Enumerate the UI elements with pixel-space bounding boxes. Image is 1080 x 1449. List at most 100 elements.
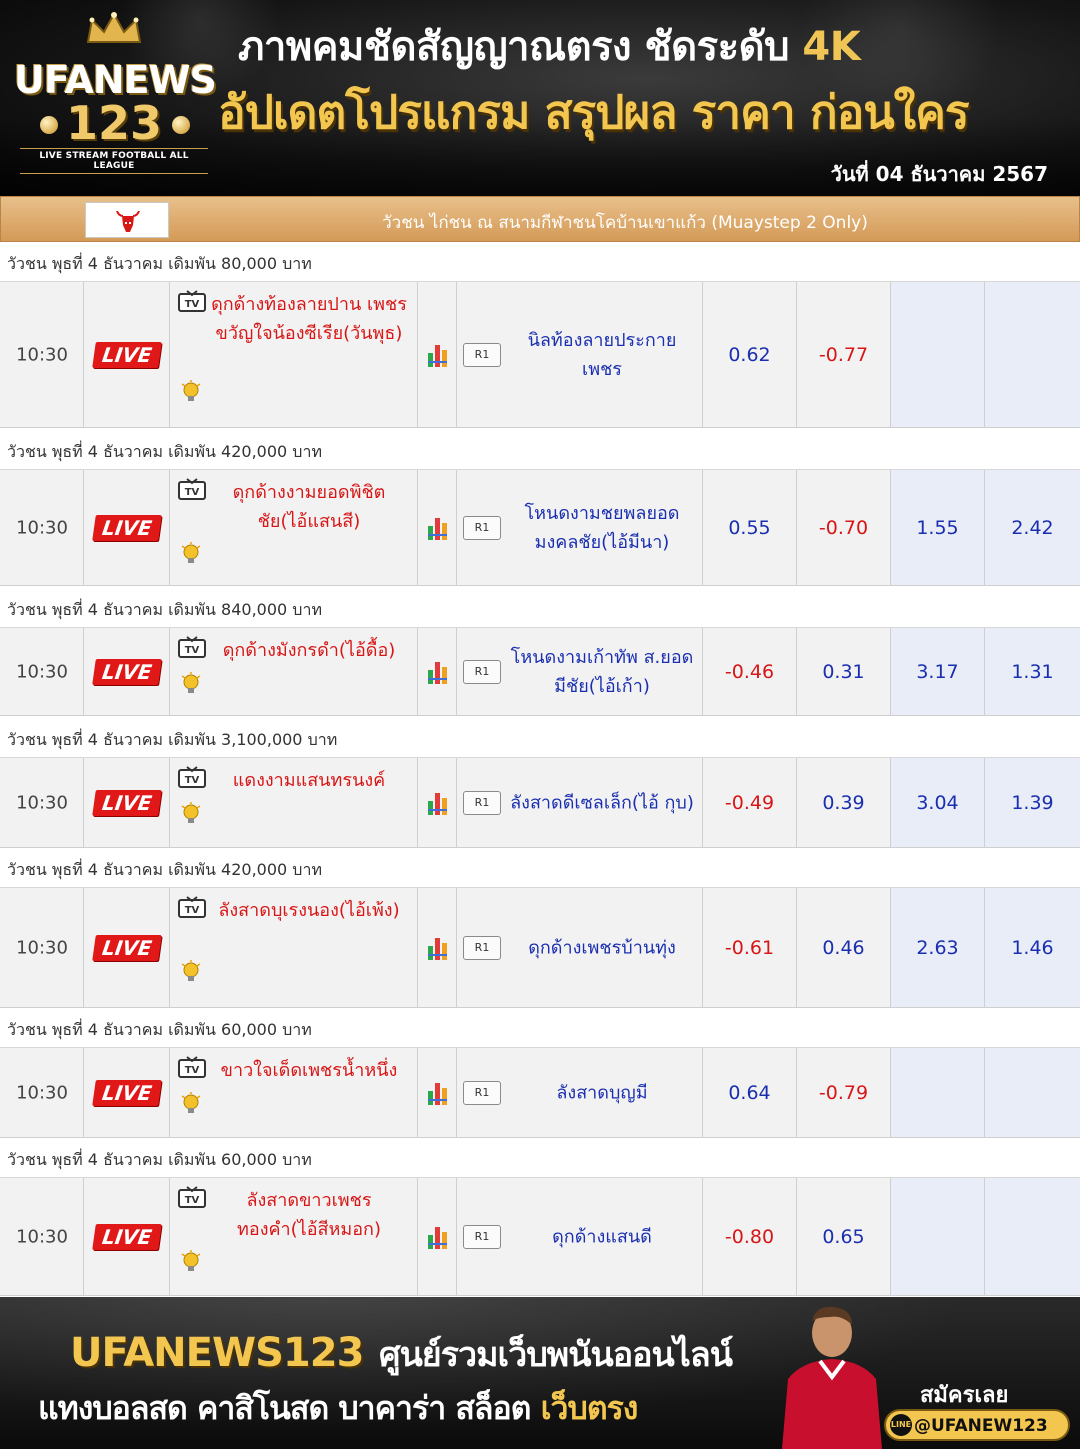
league-name: วัวชน ไก่ชน ณ สนามกีฬาชนโคบ้านเขาแก้ว (M… — [382, 213, 868, 233]
odds-value[interactable]: 0.62 — [703, 344, 796, 366]
live-button[interactable]: LIVE — [92, 934, 162, 961]
odds-cell[interactable]: 0.39 — [797, 758, 891, 847]
stats-cell[interactable] — [418, 1048, 457, 1137]
odds-cell[interactable]: 1.31 — [985, 628, 1080, 715]
odds-value[interactable]: 0.64 — [703, 1082, 796, 1104]
odds-cell[interactable]: 1.46 — [985, 888, 1080, 1007]
live-cell[interactable]: LIVE — [84, 1048, 170, 1137]
odds-cell[interactable]: -0.49 — [703, 758, 797, 847]
odds-value[interactable]: -0.61 — [703, 937, 796, 959]
match-row[interactable]: 10:30 LIVE TV ขาวใจเด็ดเพชรน้ำหนึ่ง R1 ลังสาด… — [0, 1048, 1080, 1138]
stats-cell[interactable] — [418, 888, 457, 1007]
odds-value[interactable]: -0.79 — [797, 1082, 890, 1104]
tv-icon[interactable]: TV — [178, 478, 206, 500]
tv-icon[interactable]: TV — [178, 636, 206, 658]
live-button[interactable]: LIVE — [92, 789, 162, 816]
odds-value[interactable]: 0.55 — [703, 517, 796, 539]
live-button[interactable]: LIVE — [92, 514, 162, 541]
odds-value[interactable]: 3.17 — [891, 661, 984, 683]
odds-cell[interactable]: 2.63 — [891, 888, 985, 1007]
odds-cell[interactable]: 0.46 — [797, 888, 891, 1007]
tip-bulb-icon[interactable] — [180, 542, 202, 568]
tip-bulb-icon[interactable] — [180, 960, 202, 986]
odds-value[interactable]: 1.39 — [985, 792, 1080, 814]
tv-icon[interactable]: TV — [178, 896, 206, 918]
odds-cell[interactable]: -0.77 — [797, 282, 891, 427]
match-row[interactable]: 10:30 LIVE TV ลังสาดขาวเพชร ทองคำ(ไอ้สีหมอก… — [0, 1178, 1080, 1296]
home-team-name: ลังสาดบุเรงนอง(ไอ้เพ้ง) — [218, 900, 400, 921]
odds-cell[interactable]: -0.79 — [797, 1048, 891, 1137]
odds-value[interactable]: 2.42 — [985, 517, 1080, 539]
live-button[interactable]: LIVE — [92, 1079, 162, 1106]
tv-icon[interactable]: TV — [178, 1056, 206, 1078]
match-header: วัวชน พุธที่ 4 ธันวาคม เดิมพัน 420,000 บ… — [0, 848, 1080, 888]
tip-bulb-icon[interactable] — [180, 1250, 202, 1276]
bar-chart-icon[interactable] — [426, 658, 450, 686]
odds-value[interactable]: 1.31 — [985, 661, 1080, 683]
live-cell[interactable]: LIVE — [84, 888, 170, 1007]
odds-value[interactable]: 1.46 — [985, 937, 1080, 959]
odds-cell[interactable]: 3.17 — [891, 628, 985, 715]
tip-bulb-icon[interactable] — [180, 380, 202, 406]
tip-bulb-icon[interactable] — [180, 1092, 202, 1118]
stats-cell[interactable] — [418, 282, 457, 427]
odds-value[interactable]: 1.55 — [891, 517, 984, 539]
tv-icon[interactable]: TV — [178, 1186, 206, 1208]
odds-value[interactable]: 0.39 — [797, 792, 890, 814]
tip-bulb-icon[interactable] — [180, 672, 202, 698]
match-row[interactable]: 10:30 LIVE TV แดงงามแสนทรนงค์ R1 ลังสาดดีเซลเ… — [0, 758, 1080, 848]
live-button[interactable]: LIVE — [92, 658, 162, 685]
odds-cell[interactable]: 1.39 — [985, 758, 1080, 847]
odds-value[interactable]: 2.63 — [891, 937, 984, 959]
odds-cell[interactable]: -0.46 — [703, 628, 797, 715]
live-cell[interactable]: LIVE — [84, 758, 170, 847]
league-bar[interactable]: วัวชน ไก่ชน ณ สนามกีฬาชนโคบ้านเขาแก้ว (M… — [0, 196, 1080, 242]
odds-cell[interactable]: 0.55 — [703, 470, 797, 585]
odds-cell[interactable]: 0.62 — [703, 282, 797, 427]
stats-cell[interactable] — [418, 1178, 457, 1295]
odds-value[interactable]: -0.77 — [797, 344, 890, 366]
odds-cell[interactable]: 0.64 — [703, 1048, 797, 1137]
match-row[interactable]: 10:30 LIVE TV ดุกด้างท้องลายปาน เพชรขวัญใจน… — [0, 282, 1080, 428]
odds-cell[interactable]: 3.04 — [891, 758, 985, 847]
bar-chart-icon[interactable] — [426, 341, 450, 369]
bar-chart-icon[interactable] — [426, 514, 450, 542]
match-row[interactable]: 10:30 LIVE TV ดุกด้างมังกรดำ(ไอ้ดื้อ) R1 โหนด… — [0, 628, 1080, 716]
odds-value[interactable]: 0.46 — [797, 937, 890, 959]
live-button[interactable]: LIVE — [92, 341, 162, 368]
stats-cell[interactable] — [418, 758, 457, 847]
bull-icon — [116, 211, 140, 232]
odds-cell[interactable]: 0.31 — [797, 628, 891, 715]
bar-chart-icon[interactable] — [426, 1223, 450, 1251]
live-cell[interactable]: LIVE — [84, 470, 170, 585]
line-contact-button[interactable]: LINE @UFANEW123 — [884, 1409, 1070, 1441]
odds-value[interactable]: -0.70 — [797, 517, 890, 539]
match-row[interactable]: 10:30 LIVE TV ดุกด้างงามยอดพิชิตชัย(ไอ้แสนส… — [0, 470, 1080, 586]
stats-cell[interactable] — [418, 470, 457, 585]
tv-icon[interactable]: TV — [178, 290, 206, 312]
odds-value[interactable]: -0.49 — [703, 792, 796, 814]
bar-chart-icon[interactable] — [426, 789, 450, 817]
live-cell[interactable]: LIVE — [84, 282, 170, 427]
tv-icon[interactable]: TV — [178, 766, 206, 788]
odds-cell[interactable]: 1.55 — [891, 470, 985, 585]
live-button[interactable]: LIVE — [92, 1223, 162, 1250]
live-cell[interactable]: LIVE — [84, 1178, 170, 1295]
tip-bulb-icon[interactable] — [180, 802, 202, 828]
odds-cell[interactable]: 2.42 — [985, 470, 1080, 585]
odds-cell[interactable]: -0.70 — [797, 470, 891, 585]
odds-value[interactable]: 0.65 — [797, 1226, 890, 1248]
match-row[interactable]: 10:30 LIVE TV ลังสาดบุเรงนอง(ไอ้เพ้ง) R1 ดุกด… — [0, 888, 1080, 1008]
live-cell[interactable]: LIVE — [84, 628, 170, 715]
odds-value[interactable]: 3.04 — [891, 792, 984, 814]
odds-cell[interactable]: 0.65 — [797, 1178, 891, 1295]
odds-cell[interactable]: -0.61 — [703, 888, 797, 1007]
stats-cell[interactable] — [418, 628, 457, 715]
bar-chart-icon[interactable] — [426, 1079, 450, 1107]
site-logo[interactable]: UFANEWS 123 LIVE STREAM FOOTBALL ALL LEA… — [14, 8, 217, 186]
odds-value[interactable]: 0.31 — [797, 661, 890, 683]
odds-value[interactable]: -0.80 — [703, 1226, 796, 1248]
odds-value[interactable]: -0.46 — [703, 661, 796, 683]
bar-chart-icon[interactable] — [426, 934, 450, 962]
odds-cell[interactable]: -0.80 — [703, 1178, 797, 1295]
